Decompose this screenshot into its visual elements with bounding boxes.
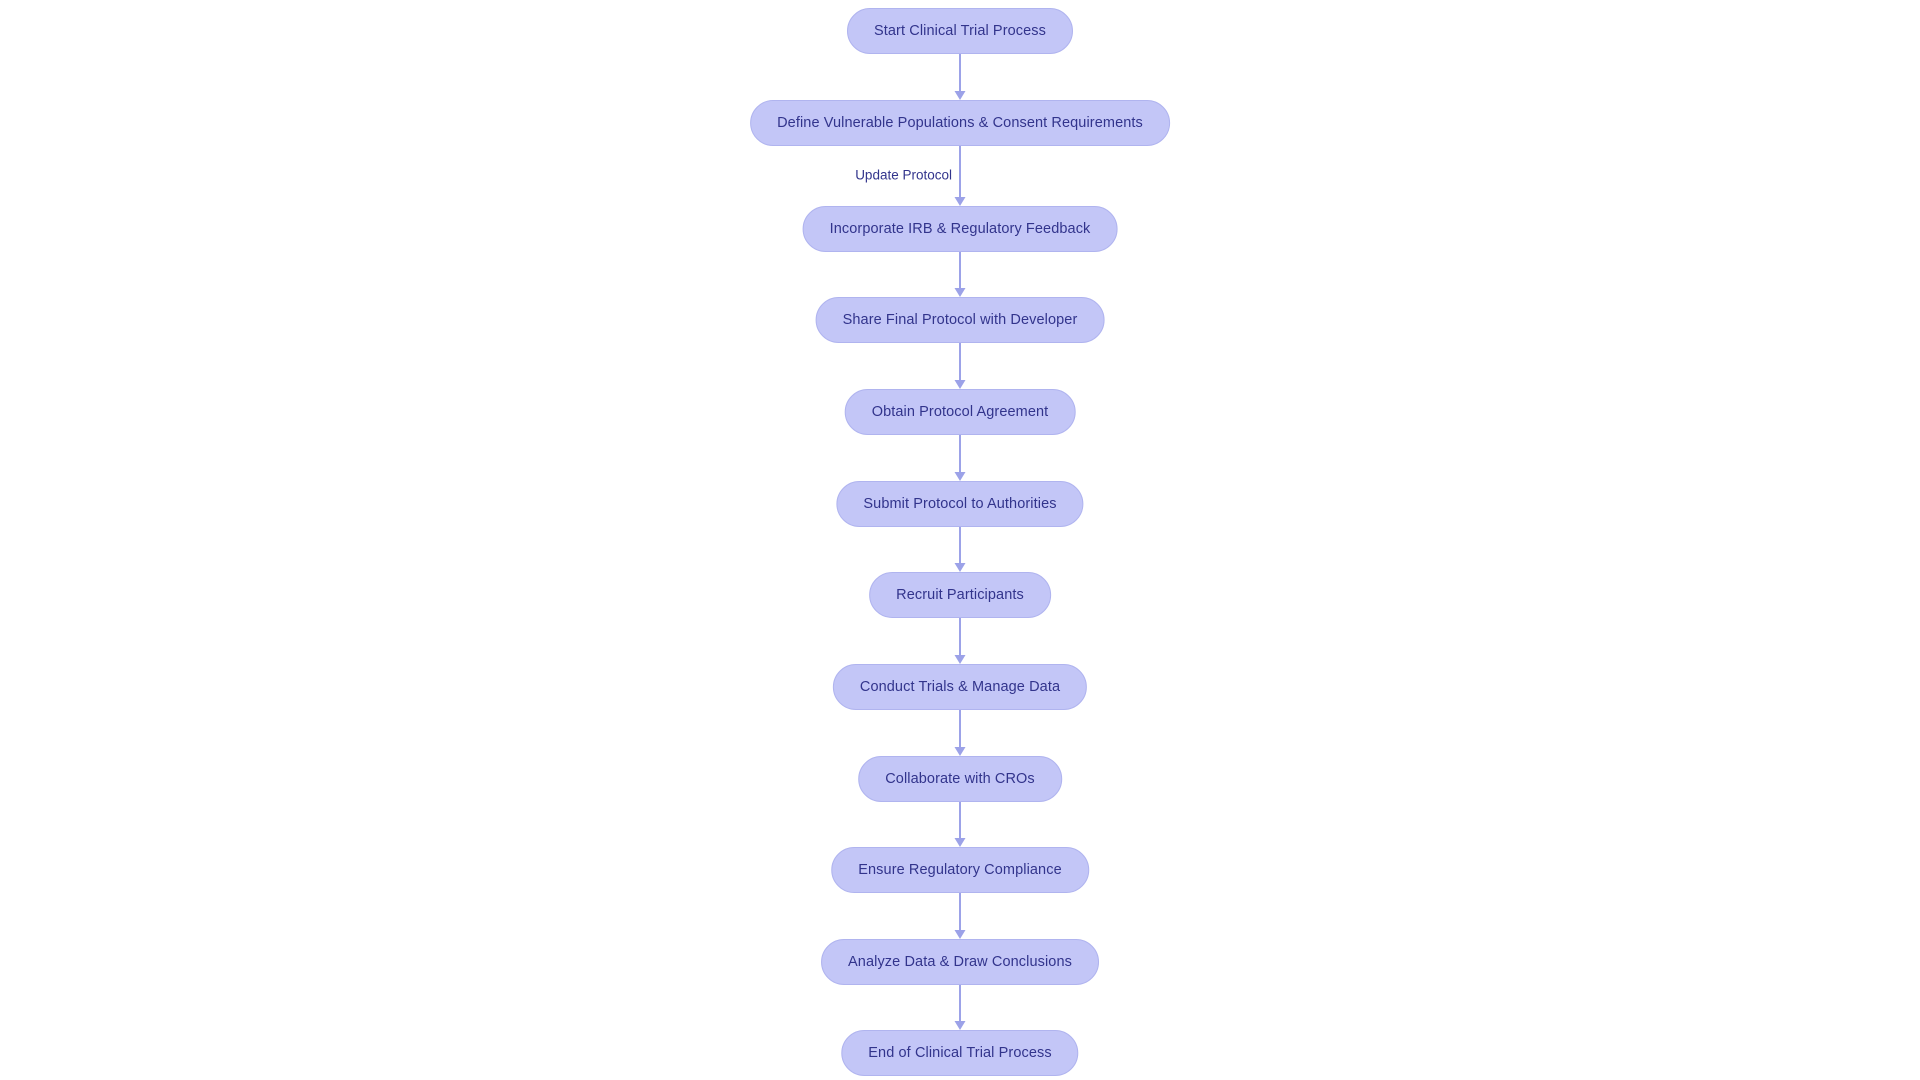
flow-node-n4[interactable]: Share Final Protocol with Developer [815,297,1105,343]
flow-node-label: Start Clinical Trial Process [873,22,1047,39]
flow-node-label: Analyze Data & Draw Conclusions [848,953,1072,970]
flow-node-n5[interactable]: Obtain Protocol Agreement [844,389,1076,435]
flow-node-label: Ensure Regulatory Compliance [858,861,1062,878]
flow-node-label: Define Vulnerable Populations & Consent … [777,114,1143,131]
flow-node-n1[interactable]: Start Clinical Trial Process [846,8,1074,54]
arrowhead-icon [954,91,966,100]
flow-node-n10[interactable]: Ensure Regulatory Compliance [831,847,1089,893]
flow-edge [938,252,982,297]
flow-edge [938,893,982,939]
flow-node-label: Recruit Participants [896,586,1024,603]
flow-edge [938,54,982,100]
arrowhead-icon [954,563,966,572]
arrowhead-icon [954,838,966,847]
arrowhead-icon [954,288,966,297]
flow-node-label: Conduct Trials & Manage Data [859,678,1061,695]
flow-edge [938,985,982,1030]
arrowhead-icon [954,1021,966,1030]
flow-node-n3[interactable]: Incorporate IRB & Regulatory Feedback [802,206,1118,252]
arrowhead-icon [954,197,966,206]
flow-node-n2[interactable]: Define Vulnerable Populations & Consent … [750,100,1170,146]
arrowhead-icon [954,747,966,756]
flow-node-n6[interactable]: Submit Protocol to Authorities [836,481,1084,527]
arrowhead-icon [954,380,966,389]
flow-node-n11[interactable]: Analyze Data & Draw Conclusions [821,939,1099,985]
flow-node-label: End of Clinical Trial Process [868,1044,1052,1061]
flow-node-n12[interactable]: End of Clinical Trial Process [841,1030,1079,1076]
flow-edge [938,618,982,664]
flow-edge [938,343,982,389]
flow-edge [938,710,982,756]
flowchart-canvas: Update Protocol Start Clinical Trial Proc… [0,0,1920,1080]
flow-node-label: Obtain Protocol Agreement [871,403,1049,420]
flow-node-label: Share Final Protocol with Developer [842,311,1078,328]
flow-edge [938,802,982,847]
flow-node-label: Submit Protocol to Authorities [863,495,1057,512]
flow-node-label: Collaborate with CROs [885,770,1035,787]
arrowhead-icon [954,930,966,939]
edge-label: Update Protocol [850,168,957,182]
flow-node-label: Incorporate IRB & Regulatory Feedback [829,220,1091,237]
flow-node-n9[interactable]: Collaborate with CROs [858,756,1062,802]
arrowhead-icon [954,472,966,481]
flow-node-n8[interactable]: Conduct Trials & Manage Data [832,664,1088,710]
flow-edge [938,435,982,481]
flow-edge [938,527,982,572]
arrowhead-icon [954,655,966,664]
flow-node-n7[interactable]: Recruit Participants [869,572,1051,618]
